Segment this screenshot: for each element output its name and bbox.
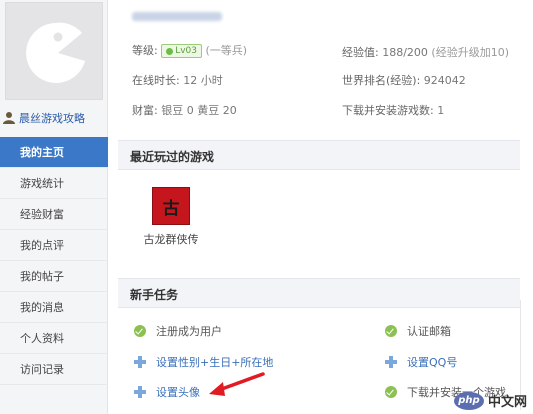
task-label[interactable]: 设置QQ号 <box>407 354 457 370</box>
task-set-qq[interactable]: 设置QQ号 <box>385 354 457 370</box>
downloads-label: 下载并安装游戏数: <box>342 104 434 117</box>
annotation-arrow-icon <box>209 372 265 396</box>
plus-icon <box>134 386 146 398</box>
game-thumbnail[interactable]: 古 <box>152 187 190 225</box>
profile-name-blurred <box>132 12 222 21</box>
sidebar-item-home[interactable]: 我的主页 <box>0 137 108 168</box>
username-label: 晨丝游戏攻略 <box>19 112 85 125</box>
exp-note: (经验升级加10) <box>431 46 510 59</box>
wealth-stat: 财富: 银豆 0 黄豆 20 <box>132 102 237 118</box>
sidebar-item-visits[interactable]: 访问记录 <box>0 354 108 385</box>
exp-label: 经验值: <box>342 46 379 59</box>
level-title: (一等兵) <box>205 44 248 57</box>
watermark: php 中文网 <box>453 391 527 410</box>
sidebar-menu: 我的主页 游戏统计 经验财富 我的点评 我的帖子 我的消息 个人资料 访问记录 <box>0 137 108 385</box>
default-avatar-icon <box>6 3 102 99</box>
user-icon <box>3 112 15 124</box>
check-icon <box>385 386 397 398</box>
wealth-label: 财富: <box>132 104 158 117</box>
username-link[interactable]: 晨丝游戏攻略 <box>2 110 85 126</box>
tasks-title: 新手任务 <box>130 288 179 302</box>
sidebar-item-reviews[interactable]: 我的点评 <box>0 230 108 261</box>
task-label[interactable]: 设置性别+生日+所在地 <box>156 354 273 370</box>
exp-value: 188/200 <box>382 46 428 59</box>
online-value: 12 小时 <box>183 74 223 87</box>
online-label: 在线时长: <box>132 74 180 87</box>
recent-game-item[interactable]: 古 古龙群侠传 <box>137 187 205 247</box>
game-name-link[interactable]: 古龙群侠传 <box>137 231 205 247</box>
exp-stat: 经验值: 188/200 (经验升级加10) <box>342 44 509 60</box>
level-badge-text: Lv03 <box>175 46 198 56</box>
recent-games-title: 最近玩过的游戏 <box>130 150 215 164</box>
task-label: 认证邮箱 <box>407 325 451 338</box>
downloads-value: 1 <box>437 104 445 117</box>
sidebar-item-exp-wealth[interactable]: 经验财富 <box>0 199 108 230</box>
plus-icon <box>385 356 397 368</box>
task-label[interactable]: 设置头像 <box>156 384 200 400</box>
check-icon <box>134 325 146 337</box>
check-icon <box>385 325 397 337</box>
plus-icon <box>134 356 146 368</box>
online-stat: 在线时长: 12 小时 <box>132 72 223 88</box>
sidebar-item-messages[interactable]: 我的消息 <box>0 292 108 323</box>
avatar[interactable] <box>5 2 103 100</box>
task-register: 注册成为用户 <box>134 323 222 339</box>
php-logo: php <box>453 391 484 410</box>
sidebar-item-profile[interactable]: 个人资料 <box>0 323 108 354</box>
rank-value: 924042 <box>423 74 466 87</box>
level-label: 等级: <box>132 44 158 57</box>
downloads-stat: 下载并安装游戏数: 1 <box>342 102 444 118</box>
tasks-header: 新手任务 <box>118 278 520 308</box>
watermark-text: 中文网 <box>487 395 527 410</box>
task-set-avatar[interactable]: 设置头像 <box>134 384 200 400</box>
game-thumb-text: 古 <box>162 199 180 219</box>
level-icon <box>166 47 174 55</box>
task-set-gender-birthday-location[interactable]: 设置性别+生日+所在地 <box>134 354 273 370</box>
sidebar-item-posts[interactable]: 我的帖子 <box>0 261 108 292</box>
level-badge: Lv03 <box>161 44 203 58</box>
recent-games-header: 最近玩过的游戏 <box>118 140 520 170</box>
task-verify-email: 认证邮箱 <box>385 323 451 339</box>
wealth-value: 银豆 0 黄豆 20 <box>161 104 237 117</box>
sidebar: 晨丝游戏攻略 我的主页 游戏统计 经验财富 我的点评 我的帖子 我的消息 个人资… <box>0 0 108 414</box>
sidebar-item-game-stats[interactable]: 游戏统计 <box>0 168 108 199</box>
rank-label: 世界排名(经验): <box>342 74 421 87</box>
task-label: 注册成为用户 <box>156 325 222 338</box>
rank-stat: 世界排名(经验): 924042 <box>342 72 466 88</box>
level-stat: 等级: Lv03 (一等兵) <box>132 42 247 58</box>
